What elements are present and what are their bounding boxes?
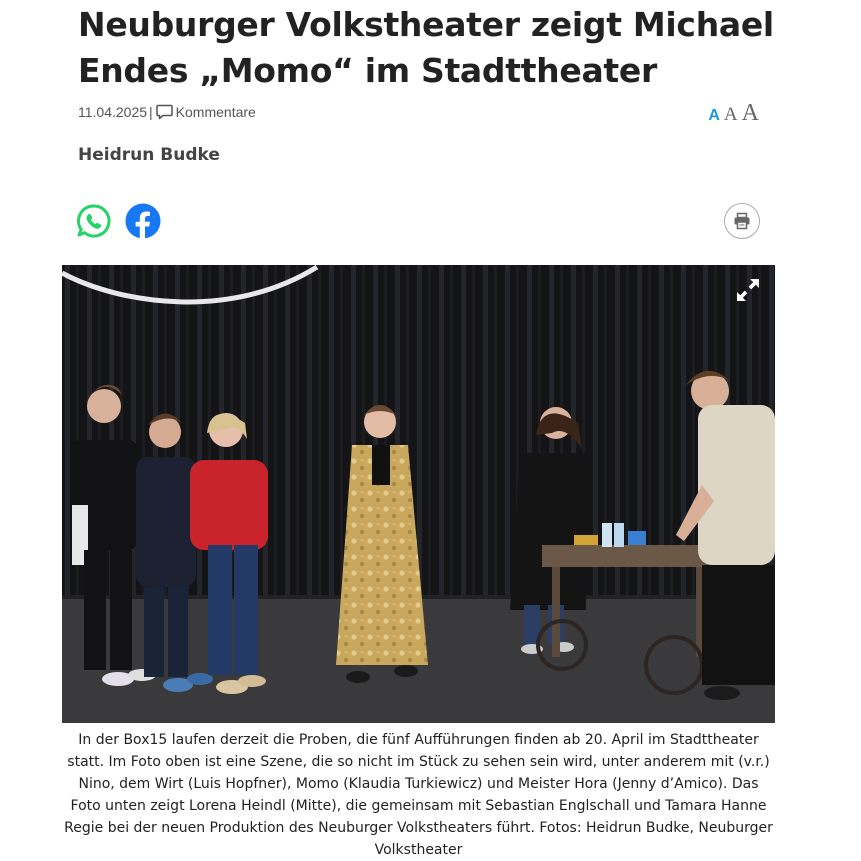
article-meta: 11.04.2025 | Kommentare (78, 104, 256, 120)
font-size-large-button[interactable]: A (742, 100, 759, 127)
share-buttons (76, 203, 161, 239)
article-photo[interactable] (62, 265, 775, 723)
font-size-small-button[interactable]: A (708, 107, 720, 125)
expand-icon[interactable] (735, 277, 761, 303)
meta-separator: | (149, 104, 153, 120)
font-size-controls: A A A (708, 100, 759, 127)
comments-link[interactable]: Kommentare (155, 104, 256, 120)
print-button[interactable] (724, 203, 760, 239)
article-title: Neuburger Volkstheater zeigt Michael End… (78, 5, 774, 90)
author-name: Heidrun Budke (78, 145, 220, 165)
facebook-icon[interactable] (125, 203, 161, 239)
publish-date: 11.04.2025 (78, 104, 148, 120)
comments-label: Kommentare (175, 104, 256, 120)
comment-icon (155, 104, 173, 120)
rehearsal-scene-image (62, 265, 775, 723)
font-size-medium-button[interactable]: A (724, 104, 738, 126)
whatsapp-icon[interactable] (76, 203, 112, 239)
printer-icon (734, 212, 750, 230)
photo-caption: In der Box15 laufen derzeit die Proben, … (64, 732, 773, 858)
